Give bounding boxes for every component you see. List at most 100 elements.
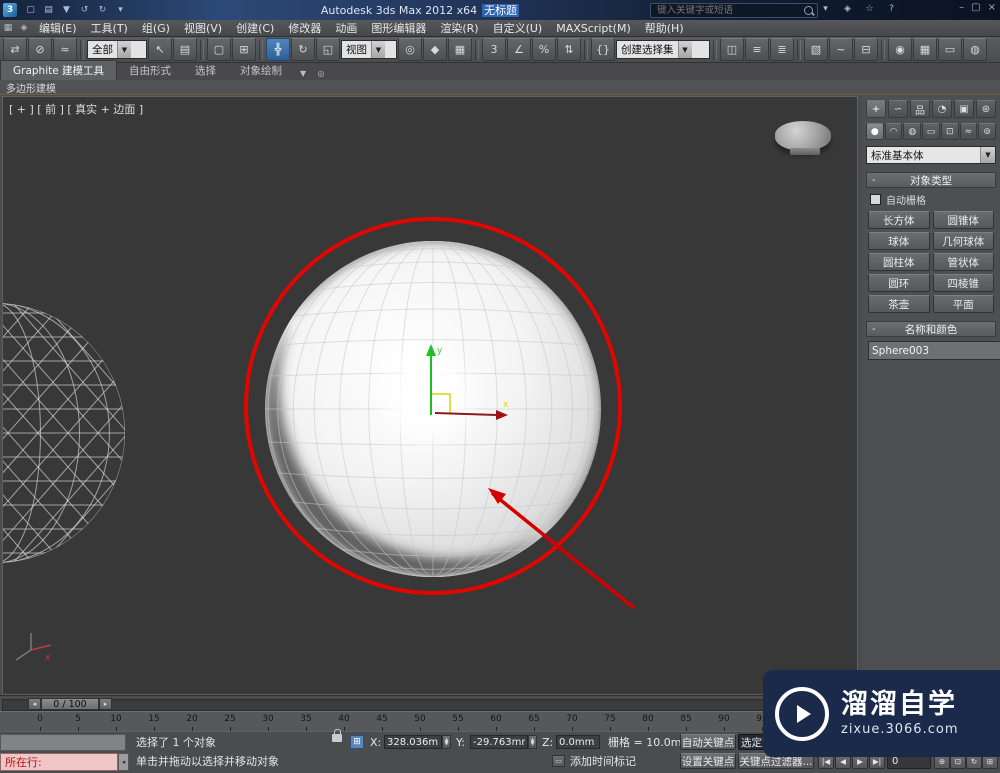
ribbon-minimize-icon[interactable]: ◎ xyxy=(312,67,330,80)
select-by-name-icon[interactable]: ▤ xyxy=(173,38,197,61)
edit-named-selection-icon[interactable]: {} xyxy=(591,38,615,61)
select-and-manipulate-icon[interactable]: ◆ xyxy=(423,38,447,61)
tab-freeform[interactable]: 自由形式 xyxy=(117,61,183,80)
command-search-box[interactable] xyxy=(650,3,818,18)
time-slider-handle[interactable]: ◂ 0 / 100 ▸ xyxy=(28,698,112,710)
category-helpers-icon[interactable]: ⊡ xyxy=(940,123,959,140)
tab-modify-icon[interactable]: ∽ xyxy=(888,100,908,118)
maximize-icon[interactable]: ▢ xyxy=(971,2,980,13)
spinner-snap-icon[interactable]: ⇅ xyxy=(557,38,581,61)
select-and-rotate-icon[interactable]: ↻ xyxy=(291,38,315,61)
tab-selection[interactable]: 选择 xyxy=(183,61,228,80)
selection-lock-icon[interactable] xyxy=(332,729,342,742)
menu-item-customize[interactable]: 自定义(U) xyxy=(486,20,550,36)
plane-button[interactable]: 平面 xyxy=(932,295,994,313)
workspace-switch-icon[interactable]: ◈ xyxy=(16,22,32,35)
help-icon[interactable]: ? xyxy=(884,2,899,16)
tab-display-icon[interactable]: ▣ xyxy=(954,100,974,118)
rendered-frame-icon[interactable]: ▭ xyxy=(938,38,962,61)
menu-item-modifiers[interactable]: 修改器 xyxy=(281,20,328,36)
next-frame-arrow-icon[interactable]: ▸ xyxy=(99,698,112,710)
new-file-icon[interactable]: ▢ xyxy=(23,3,38,17)
material-editor-icon[interactable]: ◉ xyxy=(888,38,912,61)
search-icon[interactable] xyxy=(804,6,813,15)
workspace-icon[interactable]: ▦ xyxy=(0,22,16,35)
menu-item-help[interactable]: 帮助(H) xyxy=(638,20,691,36)
viewport-label[interactable]: [ + ] [ 前 ] [ 真实 + 边面 ] xyxy=(9,101,143,117)
category-shapes-icon[interactable]: ◠ xyxy=(884,123,903,140)
undo-icon[interactable]: ↺ xyxy=(77,3,92,17)
menu-item-group[interactable]: 组(G) xyxy=(135,20,177,36)
y-spinner[interactable]: ▲ ▼ xyxy=(528,735,537,749)
rollout-collapse-icon[interactable]: - xyxy=(872,175,876,186)
maxscript-listener-line[interactable]: 所在行: xyxy=(0,753,118,771)
layer-manager-icon[interactable]: ≣ xyxy=(770,38,794,61)
listener-scroll-icon[interactable]: ◂ xyxy=(118,753,129,771)
redo-icon[interactable]: ↻ xyxy=(95,3,110,17)
menu-item-tools[interactable]: 工具(T) xyxy=(84,20,135,36)
select-and-move-icon[interactable]: ╬ xyxy=(266,38,290,61)
maxscript-mini-listener[interactable] xyxy=(0,734,126,751)
named-selection-dropdown[interactable]: 创建选择集 ▼ xyxy=(616,40,710,59)
close-icon[interactable]: × xyxy=(988,2,996,13)
reference-coordinate-dropdown[interactable]: 视图 ▼ xyxy=(341,40,397,59)
pyramid-button[interactable]: 四棱锥 xyxy=(932,274,994,292)
sphere-button[interactable]: 球体 xyxy=(868,232,930,250)
x-coordinate-field[interactable] xyxy=(384,735,442,749)
open-file-icon[interactable]: ▤ xyxy=(41,3,56,17)
save-file-icon[interactable]: ▼ xyxy=(59,3,74,17)
schematic-view-icon[interactable]: ⊟ xyxy=(854,38,878,61)
box-button[interactable]: 长方体 xyxy=(868,211,930,229)
viewport-front[interactable]: [ + ] [ 前 ] [ 真实 + 边面 ] y x x xyxy=(2,96,858,695)
category-cameras-icon[interactable]: ▭ xyxy=(922,123,940,140)
cone-button[interactable]: 圆锥体 xyxy=(932,211,994,229)
exchange-icon[interactable]: ◈ xyxy=(840,2,855,16)
y-coordinate-input[interactable] xyxy=(473,736,525,748)
select-object-icon[interactable]: ↖ xyxy=(148,38,172,61)
category-spacewarps-icon[interactable]: ≈ xyxy=(959,123,978,140)
auto-key-button[interactable]: 自动关键点 xyxy=(680,734,736,750)
tab-motion-icon[interactable]: ◔ xyxy=(932,100,952,118)
mirror-icon[interactable]: ◫ xyxy=(720,38,744,61)
z-coordinate-field[interactable] xyxy=(556,735,600,749)
y-coordinate-field[interactable] xyxy=(470,735,528,749)
keyboard-override-icon[interactable]: ▦ xyxy=(448,38,472,61)
infocenter-caret-icon[interactable]: ▾ xyxy=(818,2,833,16)
add-time-tag-text[interactable]: 添加时间标记 xyxy=(570,753,636,769)
time-slider-value[interactable]: 0 / 100 xyxy=(41,698,99,710)
graphite-toggle-icon[interactable]: ▧ xyxy=(804,38,828,61)
chevron-down-icon[interactable]: ▼ xyxy=(371,41,385,58)
snap-3d-icon[interactable]: 3 xyxy=(482,38,506,61)
previous-frame-arrow-icon[interactable]: ◂ xyxy=(28,698,41,710)
category-systems-icon[interactable]: ⊚ xyxy=(978,123,997,140)
tab-object-paint[interactable]: 对象绘制 xyxy=(228,61,294,80)
select-and-scale-icon[interactable]: ◱ xyxy=(316,38,340,61)
rollout-name-and-color[interactable]: - 名称和颜色 xyxy=(866,321,996,337)
cylinder-button[interactable]: 圆柱体 xyxy=(868,253,930,271)
ribbon-panel-polygon-modeling[interactable]: 多边形建模 xyxy=(6,80,56,95)
menu-item-edit[interactable]: 编辑(E) xyxy=(32,20,84,36)
rectangular-selection-icon[interactable]: ▢ xyxy=(207,38,231,61)
select-and-link-icon[interactable]: ⇄ xyxy=(3,38,27,61)
window-crossing-icon[interactable]: ⊞ xyxy=(232,38,256,61)
time-slider-track[interactable]: ◂ 0 / 100 ▸ xyxy=(0,695,858,712)
chevron-down-icon[interactable]: ▼ xyxy=(677,41,692,58)
autogrid-checkbox[interactable] xyxy=(870,194,881,205)
category-geometry-icon[interactable]: ● xyxy=(866,123,884,140)
viewcube-widget[interactable] xyxy=(775,121,835,163)
menu-item-maxscript[interactable]: MAXScript(M) xyxy=(549,20,638,36)
minimize-icon[interactable]: – xyxy=(959,2,964,13)
curve-editor-icon[interactable]: ~ xyxy=(829,38,853,61)
menu-item-create[interactable]: 创建(C) xyxy=(229,20,281,36)
chevron-down-icon[interactable]: ▼ xyxy=(117,41,131,58)
set-key-button[interactable]: 设置关键点 xyxy=(680,753,736,769)
track-bar-ruler[interactable]: 0510152025303540455055606570758085909510… xyxy=(0,711,858,733)
tab-create-icon[interactable]: + xyxy=(866,100,886,118)
object-name-field[interactable] xyxy=(868,341,1000,360)
bind-to-spacewarp-icon[interactable]: ≈ xyxy=(53,38,77,61)
pivot-point-icon[interactable]: ◎ xyxy=(398,38,422,61)
app-logo-icon[interactable]: 3 xyxy=(3,3,17,17)
rollout-collapse-icon[interactable]: - xyxy=(872,324,876,335)
qat-caret-icon[interactable]: ▾ xyxy=(113,3,128,17)
chevron-down-icon[interactable]: ▼ xyxy=(980,147,995,163)
